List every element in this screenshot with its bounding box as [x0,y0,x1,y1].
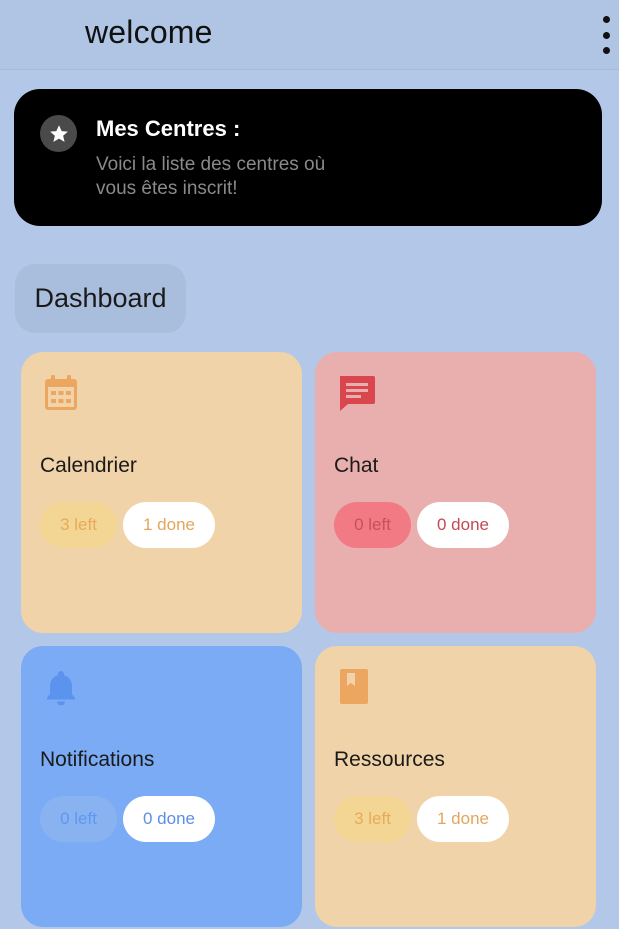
star-icon [40,115,77,152]
chat-icon [337,374,375,412]
dashboard-chip[interactable]: Dashboard [15,264,186,333]
left-count-badge: 0 left [334,502,411,548]
bell-icon [43,668,79,706]
more-vert-icon[interactable] [599,16,613,54]
done-count-badge: 1 done [417,796,509,842]
done-count-badge: 1 done [123,502,215,548]
left-count-badge: 0 left [40,796,117,842]
card-title: Chat [334,454,379,477]
book-icon [337,668,373,706]
card-title: Calendrier [40,454,137,477]
card-title: Notifications [40,748,155,771]
card-ressources[interactable]: Ressources 3 left 1 done [315,646,596,927]
app-title: welcome [85,14,213,50]
app-bar: welcome [0,0,619,70]
centres-banner[interactable]: Mes Centres : Voici la liste des centres… [14,89,602,226]
banner-title: Mes Centres : [96,116,241,141]
done-count-badge: 0 done [417,502,509,548]
card-notifications[interactable]: Notifications 0 left 0 done [21,646,302,927]
card-calendrier[interactable]: Calendrier 3 left 1 done [21,352,302,633]
left-count-badge: 3 left [40,502,117,548]
card-chat[interactable]: Chat 0 left 0 done [315,352,596,633]
calendar-icon [43,374,79,412]
done-count-badge: 0 done [123,796,215,842]
banner-subtitle: Voici la liste des centres où vous êtes … [96,154,326,199]
card-title: Ressources [334,748,445,771]
left-count-badge: 3 left [334,796,411,842]
